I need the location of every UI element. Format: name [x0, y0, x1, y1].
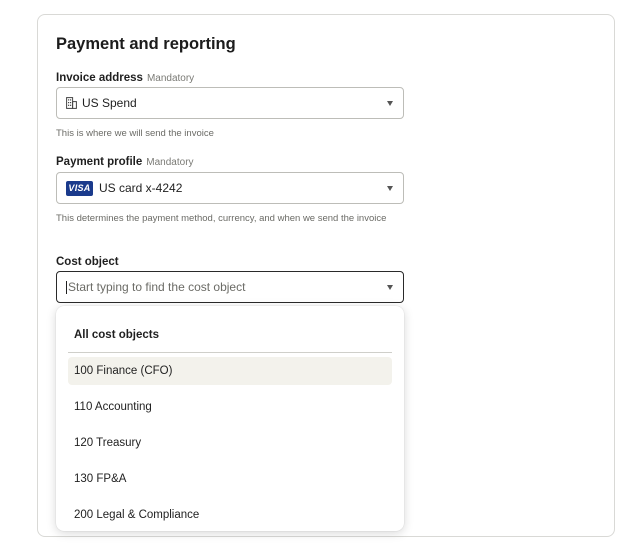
chevron-down-icon — [387, 284, 393, 290]
payment-profile-select[interactable]: VISA US card x-4242 — [56, 172, 404, 204]
invoice-address-select[interactable]: US Spend — [56, 87, 404, 119]
building-icon — [66, 97, 77, 109]
cost-object-dropdown: All cost objects 100 Finance (CFO) 110 A… — [56, 306, 404, 531]
payment-profile-label-text: Payment profile — [56, 156, 143, 168]
chevron-down-icon — [387, 100, 393, 106]
invoice-address-label-text: Invoice address — [56, 72, 143, 84]
payment-profile-helper: This determines the payment method, curr… — [56, 213, 387, 224]
invoice-address-label: Invoice address Mandatory — [56, 72, 194, 84]
text-cursor — [66, 280, 67, 294]
payment-profile-mandatory: Mandatory — [146, 157, 194, 168]
section-title: Payment and reporting — [56, 35, 236, 53]
dropdown-divider — [68, 352, 392, 353]
dropdown-option[interactable]: 100 Finance (CFO) — [68, 357, 392, 385]
dropdown-option[interactable]: 200 Legal & Compliance — [68, 501, 392, 529]
invoice-address-helper: This is where we will send the invoice — [56, 128, 214, 139]
invoice-address-value: US Spend — [82, 96, 137, 110]
dropdown-option[interactable]: 120 Treasury — [68, 429, 392, 457]
cost-object-placeholder: Start typing to find the cost object — [68, 280, 246, 294]
payment-profile-label: Payment profile Mandatory — [56, 156, 194, 168]
invoice-address-mandatory: Mandatory — [146, 73, 195, 84]
dropdown-header: All cost objects — [74, 329, 159, 341]
cost-object-input[interactable]: Start typing to find the cost object — [56, 271, 404, 303]
visa-card-icon: VISA — [66, 180, 93, 196]
payment-profile-value: US card x-4242 — [99, 181, 183, 195]
dropdown-option[interactable]: 130 FP&A — [68, 465, 392, 493]
chevron-down-icon — [387, 185, 393, 191]
cost-object-label: Cost object — [56, 256, 119, 268]
dropdown-option[interactable]: 110 Accounting — [68, 393, 392, 421]
